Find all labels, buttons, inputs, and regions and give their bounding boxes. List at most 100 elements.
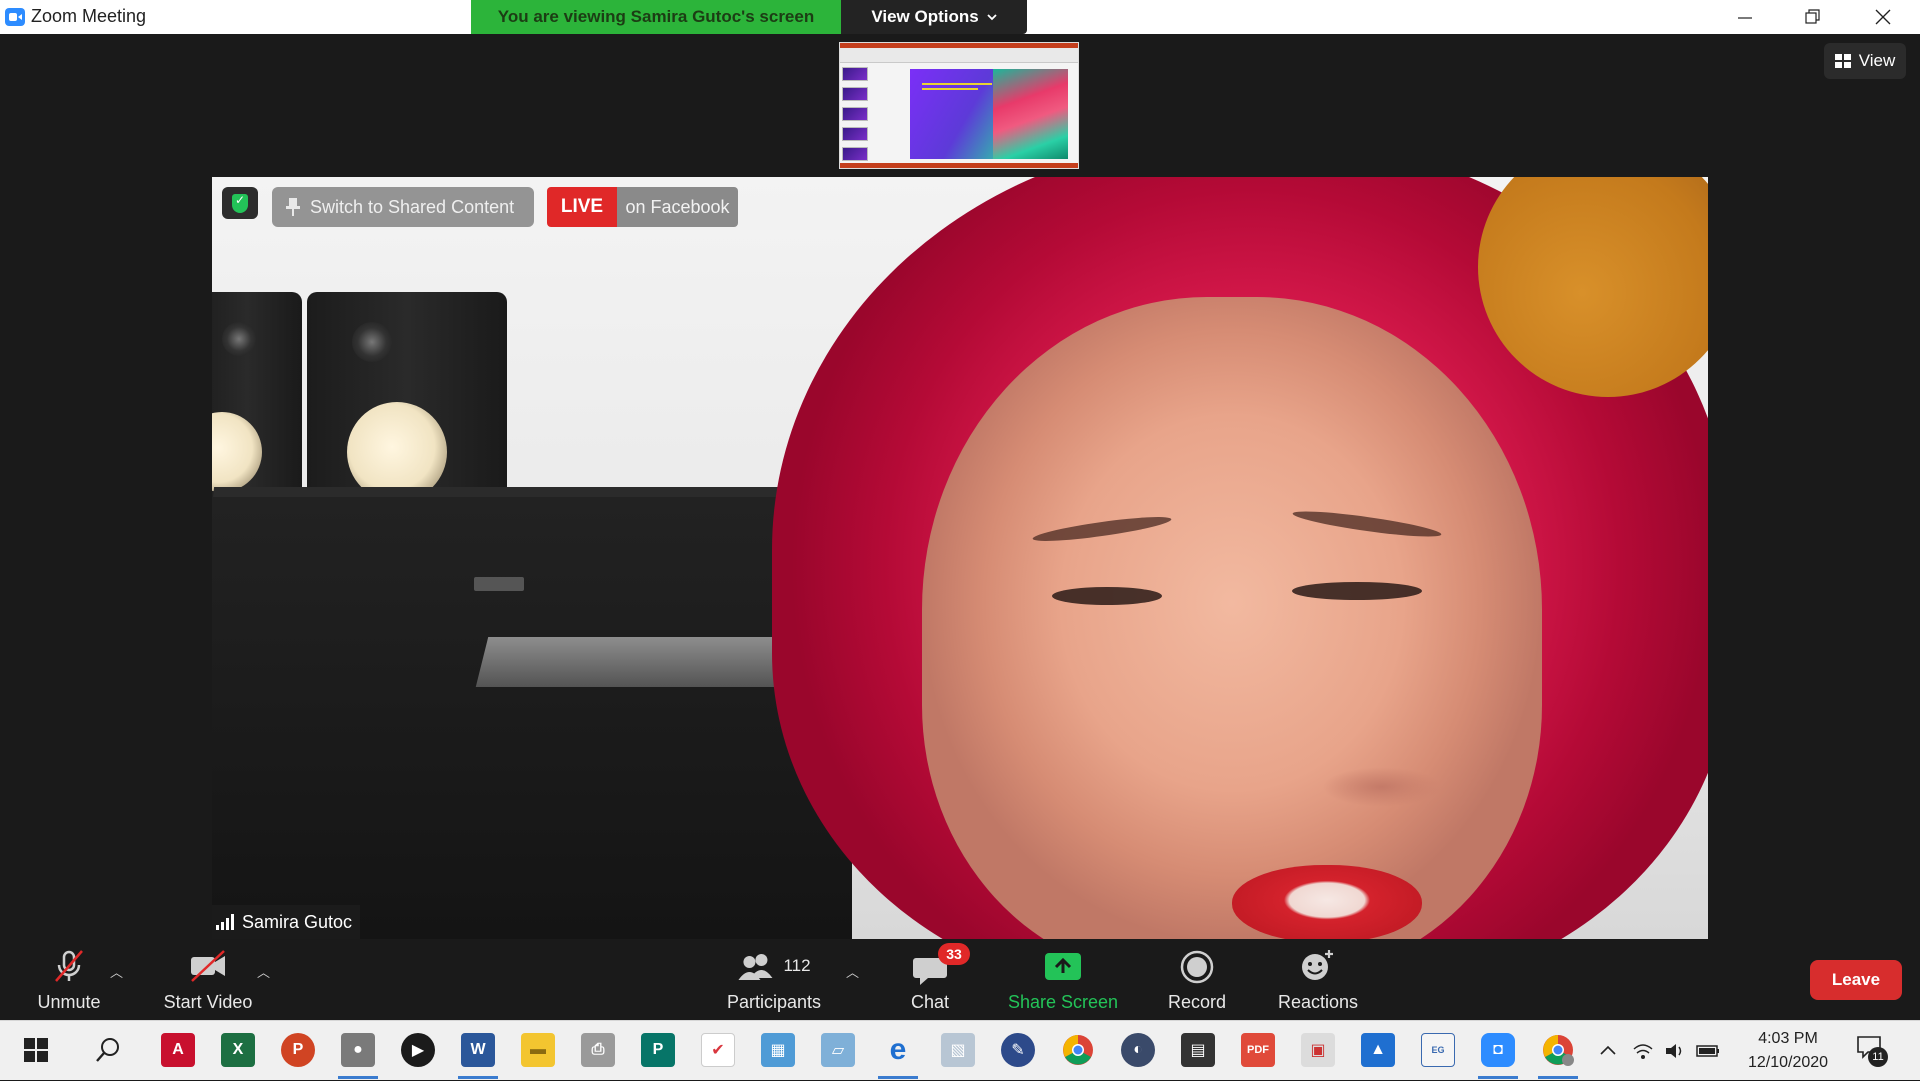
- signal-icon: [216, 914, 234, 930]
- control-panel-icon: ▦: [761, 1033, 795, 1067]
- publisher-app[interactable]: P: [638, 1030, 678, 1070]
- photo-editor-app[interactable]: ▣: [1298, 1030, 1338, 1070]
- mirror-app[interactable]: ◐: [1118, 1030, 1158, 1070]
- live-badge[interactable]: LIVE: [547, 187, 617, 227]
- photos-icon: ▲: [1361, 1033, 1395, 1067]
- image-viewer-app[interactable]: ▧: [938, 1030, 978, 1070]
- restore-button[interactable]: [1778, 0, 1848, 34]
- close-icon: [1875, 9, 1891, 25]
- window-title: Zoom Meeting: [31, 6, 147, 26]
- voice-recorder-app[interactable]: ●: [338, 1030, 378, 1079]
- battery-icon[interactable]: [1696, 1043, 1720, 1059]
- start-video-label: Start Video: [163, 992, 253, 1012]
- thumbnail-slide-list: [842, 67, 872, 165]
- photo-editor-icon: ▣: [1301, 1033, 1335, 1067]
- zoom-icon: ◘: [1481, 1033, 1515, 1067]
- participants-count: 112: [783, 956, 811, 975]
- view-options-label: View Options: [871, 7, 979, 26]
- live-target[interactable]: on Facebook: [617, 187, 738, 227]
- powerpoint-icon: P: [281, 1033, 315, 1067]
- chat-label: Chat: [910, 992, 950, 1012]
- share-screen-button[interactable]: Share Screen: [1004, 940, 1122, 1019]
- volume-icon[interactable]: [1664, 1041, 1686, 1061]
- image-icon: ▧: [941, 1033, 975, 1067]
- printer-app[interactable]: ⎙: [578, 1030, 618, 1070]
- folder-icon: ▬: [521, 1033, 555, 1067]
- grid-icon: [1834, 54, 1851, 68]
- record-button[interactable]: Record: [1160, 940, 1234, 1019]
- chrome-profile-icon: [1543, 1035, 1574, 1066]
- powerpoint-app[interactable]: P: [278, 1030, 318, 1070]
- publisher-icon: P: [641, 1033, 675, 1067]
- close-button[interactable]: [1848, 0, 1918, 34]
- participants-button[interactable]: 112 Participants: [714, 940, 834, 1019]
- printer: [212, 497, 852, 939]
- mirror-icon: ◐: [1121, 1033, 1155, 1067]
- shared-screen-thumbnail[interactable]: [839, 42, 1079, 169]
- minimize-icon: [1738, 17, 1752, 19]
- switch-to-shared-content-button[interactable]: Switch to Shared Content: [272, 187, 534, 227]
- windows-start-button[interactable]: [16, 1030, 56, 1070]
- speaker-video[interactable]: Switch to Shared Content LIVE on Faceboo…: [212, 177, 1708, 939]
- notification-count: 11: [1868, 1047, 1888, 1067]
- search-icon: [96, 1038, 119, 1062]
- switch-label: Switch to Shared Content: [310, 196, 515, 217]
- record-icon: [1180, 950, 1214, 984]
- start-video-button[interactable]: Start Video: [156, 940, 260, 1019]
- windows-logo-icon: [24, 1038, 48, 1062]
- leave-meeting-button[interactable]: Leave: [1810, 960, 1902, 1000]
- reactions-label: Reactions: [1277, 992, 1359, 1012]
- wifi-icon[interactable]: [1632, 1041, 1654, 1061]
- excel-app[interactable]: X: [218, 1030, 258, 1070]
- notification-center-button[interactable]: 11: [1856, 1035, 1888, 1067]
- chrome-icon: [1063, 1035, 1093, 1065]
- printer-icon: ⎙: [581, 1033, 615, 1067]
- thumbnail-ribbon: [840, 43, 1078, 63]
- photos-app[interactable]: ▲: [1358, 1030, 1398, 1070]
- chrome-profile-app[interactable]: [1538, 1030, 1578, 1079]
- chrome-app[interactable]: [1058, 1030, 1098, 1070]
- store-app[interactable]: ▤: [1178, 1030, 1218, 1070]
- chevron-down-icon: [987, 14, 997, 21]
- zoom-app[interactable]: ◘: [1478, 1030, 1518, 1079]
- file-explorer-app[interactable]: ▬: [518, 1030, 558, 1070]
- unmute-label: Unmute: [37, 992, 101, 1012]
- microphone-icon: ●: [341, 1033, 375, 1067]
- reactions-button[interactable]: Reactions: [1272, 940, 1364, 1019]
- english-grammar-app[interactable]: EG: [1418, 1030, 1458, 1070]
- unmute-button[interactable]: Unmute: [26, 940, 112, 1019]
- checkmark-icon: ✔: [701, 1033, 735, 1067]
- control-panel-app[interactable]: ▦: [758, 1030, 798, 1070]
- system-tray: [1598, 1021, 1720, 1081]
- security-shield[interactable]: [222, 187, 258, 219]
- acrobat-icon: A: [161, 1033, 195, 1067]
- participants-label: Participants: [726, 992, 822, 1012]
- chevron-up-icon[interactable]: [1598, 1041, 1618, 1061]
- share-screen-icon: [1045, 953, 1081, 980]
- search-button[interactable]: [88, 1030, 128, 1070]
- word-app[interactable]: W: [458, 1030, 498, 1079]
- view-layout-button[interactable]: View: [1824, 43, 1906, 79]
- excel-icon: X: [221, 1033, 255, 1067]
- word-icon: W: [461, 1033, 495, 1067]
- view-options-button[interactable]: View Options: [841, 0, 1027, 34]
- notepad-app[interactable]: ▱: [818, 1030, 858, 1070]
- pdf-tool-app[interactable]: PDF: [1238, 1030, 1278, 1070]
- edge-app[interactable]: e: [878, 1030, 918, 1079]
- audio-options-caret[interactable]: ︿: [110, 962, 123, 981]
- thumbnail-slide: [910, 69, 1068, 159]
- todo-app[interactable]: ✔: [698, 1030, 738, 1070]
- media-player-app[interactable]: ▶: [398, 1030, 438, 1070]
- taskbar-clock[interactable]: 4:03 PM 12/10/2020: [1738, 1027, 1838, 1075]
- chat-unread-badge: 33: [938, 943, 970, 965]
- media-player-icon: ▶: [401, 1033, 435, 1067]
- minimize-button[interactable]: [1710, 0, 1780, 34]
- shield-icon: [232, 193, 248, 213]
- pen-tool-app[interactable]: ✎: [998, 1030, 1038, 1070]
- participant-name-tag: Samira Gutoc: [212, 905, 361, 939]
- notepad-icon: ▱: [821, 1033, 855, 1067]
- participants-options-caret[interactable]: ︿: [846, 962, 859, 981]
- video-options-caret[interactable]: ︿: [257, 962, 270, 981]
- mic-muted-icon: [55, 950, 83, 982]
- acrobat-app[interactable]: A: [158, 1030, 198, 1070]
